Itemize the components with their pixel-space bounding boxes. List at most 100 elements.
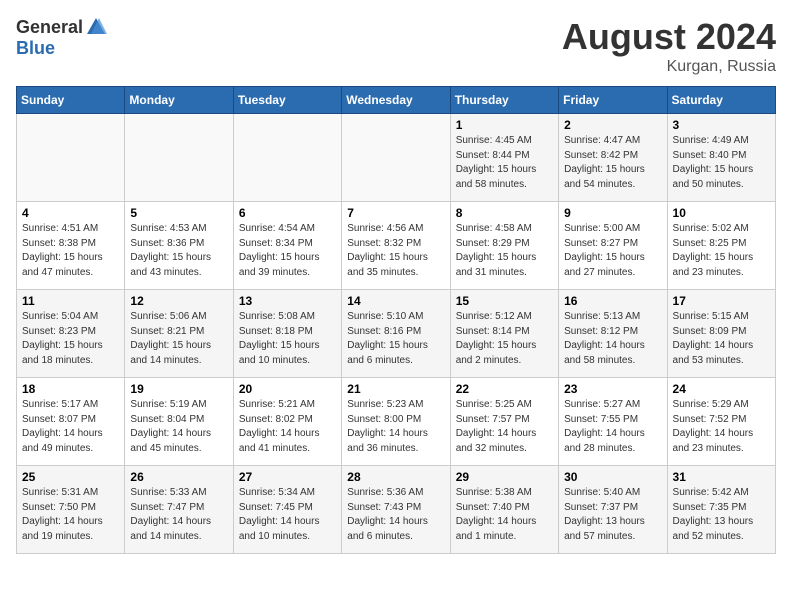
weekday-header-friday: Friday: [559, 87, 667, 114]
logo-general-text: General: [16, 17, 83, 38]
day-number: 22: [456, 382, 553, 396]
calendar-cell: 2 Sunrise: 4:47 AMSunset: 8:42 PMDayligh…: [559, 114, 667, 202]
day-info: Sunrise: 5:12 AMSunset: 8:14 PMDaylight:…: [456, 311, 537, 366]
calendar-week-row: 18 Sunrise: 5:17 AMSunset: 8:07 PMDaylig…: [17, 378, 776, 466]
day-number: 30: [564, 470, 661, 484]
calendar-cell: 16 Sunrise: 5:13 AMSunset: 8:12 PMDaylig…: [559, 290, 667, 378]
calendar-cell: [125, 114, 233, 202]
day-info: Sunrise: 4:47 AMSunset: 8:42 PMDaylight:…: [564, 135, 645, 190]
day-number: 25: [22, 470, 119, 484]
calendar-table: SundayMondayTuesdayWednesdayThursdayFrid…: [16, 86, 776, 554]
day-info: Sunrise: 5:13 AMSunset: 8:12 PMDaylight:…: [564, 311, 645, 366]
logo-blue-text: Blue: [16, 38, 55, 59]
day-info: Sunrise: 5:38 AMSunset: 7:40 PMDaylight:…: [456, 487, 537, 542]
day-info: Sunrise: 4:58 AMSunset: 8:29 PMDaylight:…: [456, 223, 537, 278]
day-number: 15: [456, 294, 553, 308]
day-info: Sunrise: 5:31 AMSunset: 7:50 PMDaylight:…: [22, 487, 103, 542]
calendar-cell: 26 Sunrise: 5:33 AMSunset: 7:47 PMDaylig…: [125, 466, 233, 554]
day-info: Sunrise: 5:04 AMSunset: 8:23 PMDaylight:…: [22, 311, 103, 366]
calendar-cell: 5 Sunrise: 4:53 AMSunset: 8:36 PMDayligh…: [125, 202, 233, 290]
calendar-body: 1 Sunrise: 4:45 AMSunset: 8:44 PMDayligh…: [17, 114, 776, 554]
calendar-cell: 25 Sunrise: 5:31 AMSunset: 7:50 PMDaylig…: [17, 466, 125, 554]
title-block: August 2024 Kurgan, Russia: [562, 16, 776, 76]
calendar-cell: 19 Sunrise: 5:19 AMSunset: 8:04 PMDaylig…: [125, 378, 233, 466]
day-info: Sunrise: 5:23 AMSunset: 8:00 PMDaylight:…: [347, 399, 428, 454]
day-number: 21: [347, 382, 444, 396]
day-number: 11: [22, 294, 119, 308]
calendar-cell: 30 Sunrise: 5:40 AMSunset: 7:37 PMDaylig…: [559, 466, 667, 554]
day-info: Sunrise: 5:36 AMSunset: 7:43 PMDaylight:…: [347, 487, 428, 542]
calendar-cell: 23 Sunrise: 5:27 AMSunset: 7:55 PMDaylig…: [559, 378, 667, 466]
day-number: 31: [673, 470, 770, 484]
day-number: 10: [673, 206, 770, 220]
calendar-week-row: 11 Sunrise: 5:04 AMSunset: 8:23 PMDaylig…: [17, 290, 776, 378]
day-info: Sunrise: 5:10 AMSunset: 8:16 PMDaylight:…: [347, 311, 428, 366]
calendar-cell: 6 Sunrise: 4:54 AMSunset: 8:34 PMDayligh…: [233, 202, 341, 290]
calendar-cell: 4 Sunrise: 4:51 AMSunset: 8:38 PMDayligh…: [17, 202, 125, 290]
calendar-cell: 20 Sunrise: 5:21 AMSunset: 8:02 PMDaylig…: [233, 378, 341, 466]
day-number: 27: [239, 470, 336, 484]
calendar-week-row: 1 Sunrise: 4:45 AMSunset: 8:44 PMDayligh…: [17, 114, 776, 202]
day-number: 16: [564, 294, 661, 308]
calendar-cell: 17 Sunrise: 5:15 AMSunset: 8:09 PMDaylig…: [667, 290, 775, 378]
weekday-header-monday: Monday: [125, 87, 233, 114]
day-info: Sunrise: 5:15 AMSunset: 8:09 PMDaylight:…: [673, 311, 754, 366]
calendar-week-row: 25 Sunrise: 5:31 AMSunset: 7:50 PMDaylig…: [17, 466, 776, 554]
day-info: Sunrise: 5:21 AMSunset: 8:02 PMDaylight:…: [239, 399, 320, 454]
day-number: 19: [130, 382, 227, 396]
calendar-week-row: 4 Sunrise: 4:51 AMSunset: 8:38 PMDayligh…: [17, 202, 776, 290]
day-info: Sunrise: 5:27 AMSunset: 7:55 PMDaylight:…: [564, 399, 645, 454]
calendar-cell: 13 Sunrise: 5:08 AMSunset: 8:18 PMDaylig…: [233, 290, 341, 378]
calendar-cell: 7 Sunrise: 4:56 AMSunset: 8:32 PMDayligh…: [342, 202, 450, 290]
weekday-header-sunday: Sunday: [17, 87, 125, 114]
day-info: Sunrise: 5:19 AMSunset: 8:04 PMDaylight:…: [130, 399, 211, 454]
day-number: 12: [130, 294, 227, 308]
calendar-cell: 22 Sunrise: 5:25 AMSunset: 7:57 PMDaylig…: [450, 378, 558, 466]
page-header: General Blue August 2024 Kurgan, Russia: [16, 16, 776, 76]
day-number: 29: [456, 470, 553, 484]
calendar-cell: [233, 114, 341, 202]
day-number: 3: [673, 118, 770, 132]
day-number: 5: [130, 206, 227, 220]
day-info: Sunrise: 5:17 AMSunset: 8:07 PMDaylight:…: [22, 399, 103, 454]
weekday-header-tuesday: Tuesday: [233, 87, 341, 114]
location-subtitle: Kurgan, Russia: [562, 58, 776, 76]
day-number: 2: [564, 118, 661, 132]
day-info: Sunrise: 4:51 AMSunset: 8:38 PMDaylight:…: [22, 223, 103, 278]
calendar-cell: 28 Sunrise: 5:36 AMSunset: 7:43 PMDaylig…: [342, 466, 450, 554]
day-info: Sunrise: 4:53 AMSunset: 8:36 PMDaylight:…: [130, 223, 211, 278]
logo-icon: [85, 16, 107, 38]
day-number: 8: [456, 206, 553, 220]
day-number: 4: [22, 206, 119, 220]
calendar-cell: 9 Sunrise: 5:00 AMSunset: 8:27 PMDayligh…: [559, 202, 667, 290]
calendar-cell: 1 Sunrise: 4:45 AMSunset: 8:44 PMDayligh…: [450, 114, 558, 202]
calendar-cell: [342, 114, 450, 202]
day-info: Sunrise: 5:00 AMSunset: 8:27 PMDaylight:…: [564, 223, 645, 278]
day-info: Sunrise: 5:06 AMSunset: 8:21 PMDaylight:…: [130, 311, 211, 366]
day-number: 26: [130, 470, 227, 484]
month-year-title: August 2024: [562, 16, 776, 58]
day-info: Sunrise: 4:56 AMSunset: 8:32 PMDaylight:…: [347, 223, 428, 278]
day-info: Sunrise: 5:29 AMSunset: 7:52 PMDaylight:…: [673, 399, 754, 454]
calendar-header: SundayMondayTuesdayWednesdayThursdayFrid…: [17, 87, 776, 114]
day-info: Sunrise: 5:42 AMSunset: 7:35 PMDaylight:…: [673, 487, 754, 542]
calendar-cell: 18 Sunrise: 5:17 AMSunset: 8:07 PMDaylig…: [17, 378, 125, 466]
weekday-header-wednesday: Wednesday: [342, 87, 450, 114]
day-info: Sunrise: 5:08 AMSunset: 8:18 PMDaylight:…: [239, 311, 320, 366]
calendar-cell: 8 Sunrise: 4:58 AMSunset: 8:29 PMDayligh…: [450, 202, 558, 290]
day-number: 7: [347, 206, 444, 220]
calendar-cell: 24 Sunrise: 5:29 AMSunset: 7:52 PMDaylig…: [667, 378, 775, 466]
calendar-cell: 14 Sunrise: 5:10 AMSunset: 8:16 PMDaylig…: [342, 290, 450, 378]
day-info: Sunrise: 5:25 AMSunset: 7:57 PMDaylight:…: [456, 399, 537, 454]
day-number: 6: [239, 206, 336, 220]
day-number: 14: [347, 294, 444, 308]
calendar-cell: 11 Sunrise: 5:04 AMSunset: 8:23 PMDaylig…: [17, 290, 125, 378]
day-info: Sunrise: 5:34 AMSunset: 7:45 PMDaylight:…: [239, 487, 320, 542]
day-number: 23: [564, 382, 661, 396]
weekday-header-saturday: Saturday: [667, 87, 775, 114]
day-number: 1: [456, 118, 553, 132]
calendar-cell: [17, 114, 125, 202]
calendar-cell: 12 Sunrise: 5:06 AMSunset: 8:21 PMDaylig…: [125, 290, 233, 378]
day-number: 24: [673, 382, 770, 396]
day-number: 17: [673, 294, 770, 308]
